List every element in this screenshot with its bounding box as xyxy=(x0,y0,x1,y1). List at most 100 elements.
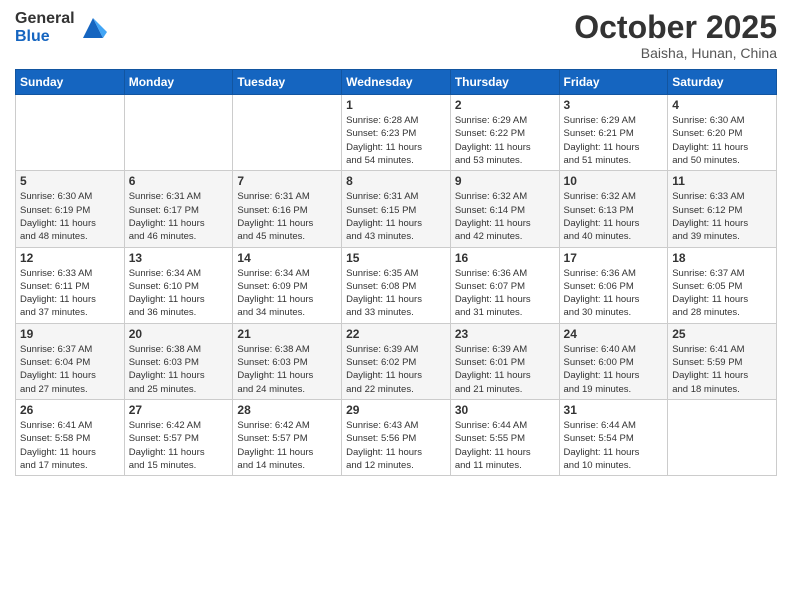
day-number: 28 xyxy=(237,403,337,417)
calendar-cell: 25Sunrise: 6:41 AMSunset: 5:59 PMDayligh… xyxy=(668,323,777,399)
calendar-cell xyxy=(16,95,125,171)
calendar-cell: 5 Sunrise: 6:30 AMSunset: 6:19 PMDaylight… xyxy=(16,171,125,247)
day-number: 9 xyxy=(455,174,555,188)
day-number: 10 xyxy=(564,174,664,188)
logo-general: General xyxy=(15,10,75,28)
calendar-cell: 3 Sunrise: 6:29 AMSunset: 6:21 PMDaylight… xyxy=(559,95,668,171)
day-info: Sunrise: 6:41 AMSunset: 5:58 PMDaylight:… xyxy=(20,419,120,472)
day-info: Sunrise: 6:36 AMSunset: 6:06 PMDaylight:… xyxy=(564,267,664,320)
day-number: 22 xyxy=(346,327,446,341)
day-info: Sunrise: 6:37 AMSunset: 6:05 PMDaylight:… xyxy=(672,267,772,320)
week-row-1: 5 Sunrise: 6:30 AMSunset: 6:19 PMDaylight… xyxy=(16,171,777,247)
day-info: Sunrise: 6:32 AMSunset: 6:14 PMDaylight:… xyxy=(455,190,555,243)
day-info: Sunrise: 6:38 AMSunset: 6:03 PMDaylight:… xyxy=(237,343,337,396)
calendar-cell: 4 Sunrise: 6:30 AMSunset: 6:20 PMDaylight… xyxy=(668,95,777,171)
title-block: October 2025 Baisha, Hunan, China xyxy=(574,10,777,61)
day-info: Sunrise: 6:36 AMSunset: 6:07 PMDaylight:… xyxy=(455,267,555,320)
day-info: Sunrise: 6:34 AMSunset: 6:10 PMDaylight:… xyxy=(129,267,229,320)
day-info: Sunrise: 6:31 AMSunset: 6:17 PMDaylight:… xyxy=(129,190,229,243)
weekday-header-row: SundayMondayTuesdayWednesdayThursdayFrid… xyxy=(16,70,777,95)
calendar-cell: 30Sunrise: 6:44 AMSunset: 5:55 PMDayligh… xyxy=(450,399,559,475)
calendar-cell xyxy=(233,95,342,171)
weekday-header-sunday: Sunday xyxy=(16,70,125,95)
weekday-header-friday: Friday xyxy=(559,70,668,95)
calendar-cell: 22 Sunrise: 6:39 AMSunset: 6:02 PMDayligh… xyxy=(342,323,451,399)
day-info: Sunrise: 6:39 AMSunset: 6:02 PMDaylight:… xyxy=(346,343,446,396)
calendar-cell xyxy=(668,399,777,475)
week-row-4: 26 Sunrise: 6:41 AMSunset: 5:58 PMDayligh… xyxy=(16,399,777,475)
day-info: Sunrise: 6:30 AMSunset: 6:20 PMDaylight:… xyxy=(672,114,772,167)
day-info: Sunrise: 6:42 AMSunset: 5:57 PMDaylight:… xyxy=(237,419,337,472)
day-number: 25 xyxy=(672,327,772,341)
day-info: Sunrise: 6:33 AMSunset: 6:11 PMDaylight:… xyxy=(20,267,120,320)
calendar-cell: 17 Sunrise: 6:36 AMSunset: 6:06 PMDayligh… xyxy=(559,247,668,323)
day-info: Sunrise: 6:38 AMSunset: 6:03 PMDaylight:… xyxy=(129,343,229,396)
day-info: Sunrise: 6:31 AMSunset: 6:16 PMDaylight:… xyxy=(237,190,337,243)
day-info: Sunrise: 6:37 AMSunset: 6:04 PMDaylight:… xyxy=(20,343,120,396)
day-info: Sunrise: 6:44 AMSunset: 5:54 PMDaylight:… xyxy=(564,419,664,472)
day-info: Sunrise: 6:39 AMSunset: 6:01 PMDaylight:… xyxy=(455,343,555,396)
day-number: 18 xyxy=(672,251,772,265)
calendar-cell: 28 Sunrise: 6:42 AMSunset: 5:57 PMDayligh… xyxy=(233,399,342,475)
day-number: 3 xyxy=(564,98,664,112)
day-number: 1 xyxy=(346,98,446,112)
day-number: 7 xyxy=(237,174,337,188)
location: Baisha, Hunan, China xyxy=(574,45,777,61)
calendar-cell: 23 Sunrise: 6:39 AMSunset: 6:01 PMDayligh… xyxy=(450,323,559,399)
calendar-cell: 11Sunrise: 6:33 AMSunset: 6:12 PMDayligh… xyxy=(668,171,777,247)
day-number: 8 xyxy=(346,174,446,188)
logo-blue: Blue xyxy=(15,28,75,46)
calendar-cell: 12 Sunrise: 6:33 AMSunset: 6:11 PMDayligh… xyxy=(16,247,125,323)
calendar-cell: 1 Sunrise: 6:28 AMSunset: 6:23 PMDaylight… xyxy=(342,95,451,171)
day-number: 19 xyxy=(20,327,120,341)
page: General Blue October 2025 Baisha, Hunan,… xyxy=(0,0,792,612)
calendar-cell: 9 Sunrise: 6:32 AMSunset: 6:14 PMDaylight… xyxy=(450,171,559,247)
calendar-cell: 27Sunrise: 6:42 AMSunset: 5:57 PMDayligh… xyxy=(124,399,233,475)
day-number: 15 xyxy=(346,251,446,265)
calendar-cell: 2Sunrise: 6:29 AMSunset: 6:22 PMDaylight… xyxy=(450,95,559,171)
day-number: 4 xyxy=(672,98,772,112)
day-info: Sunrise: 6:43 AMSunset: 5:56 PMDaylight:… xyxy=(346,419,446,472)
header: General Blue October 2025 Baisha, Hunan,… xyxy=(15,10,777,61)
calendar-cell: 8 Sunrise: 6:31 AMSunset: 6:15 PMDaylight… xyxy=(342,171,451,247)
day-info: Sunrise: 6:30 AMSunset: 6:19 PMDaylight:… xyxy=(20,190,120,243)
day-number: 29 xyxy=(346,403,446,417)
day-info: Sunrise: 6:29 AMSunset: 6:21 PMDaylight:… xyxy=(564,114,664,167)
day-number: 20 xyxy=(129,327,229,341)
calendar-cell xyxy=(124,95,233,171)
week-row-0: 1 Sunrise: 6:28 AMSunset: 6:23 PMDaylight… xyxy=(16,95,777,171)
calendar-cell: 10 Sunrise: 6:32 AMSunset: 6:13 PMDayligh… xyxy=(559,171,668,247)
day-number: 12 xyxy=(20,251,120,265)
week-row-3: 19 Sunrise: 6:37 AMSunset: 6:04 PMDayligh… xyxy=(16,323,777,399)
day-info: Sunrise: 6:29 AMSunset: 6:22 PMDaylight:… xyxy=(455,114,555,167)
day-number: 26 xyxy=(20,403,120,417)
logo: General Blue xyxy=(15,10,107,45)
calendar-cell: 29 Sunrise: 6:43 AMSunset: 5:56 PMDayligh… xyxy=(342,399,451,475)
calendar-cell: 14Sunrise: 6:34 AMSunset: 6:09 PMDayligh… xyxy=(233,247,342,323)
weekday-header-tuesday: Tuesday xyxy=(233,70,342,95)
weekday-header-saturday: Saturday xyxy=(668,70,777,95)
calendar-cell: 13Sunrise: 6:34 AMSunset: 6:10 PMDayligh… xyxy=(124,247,233,323)
weekday-header-wednesday: Wednesday xyxy=(342,70,451,95)
day-info: Sunrise: 6:31 AMSunset: 6:15 PMDaylight:… xyxy=(346,190,446,243)
month-title: October 2025 xyxy=(574,10,777,45)
calendar-cell: 18 Sunrise: 6:37 AMSunset: 6:05 PMDayligh… xyxy=(668,247,777,323)
day-number: 27 xyxy=(129,403,229,417)
day-info: Sunrise: 6:32 AMSunset: 6:13 PMDaylight:… xyxy=(564,190,664,243)
day-number: 5 xyxy=(20,174,120,188)
day-number: 24 xyxy=(564,327,664,341)
day-number: 23 xyxy=(455,327,555,341)
day-info: Sunrise: 6:28 AMSunset: 6:23 PMDaylight:… xyxy=(346,114,446,167)
day-number: 11 xyxy=(672,174,772,188)
day-info: Sunrise: 6:34 AMSunset: 6:09 PMDaylight:… xyxy=(237,267,337,320)
day-info: Sunrise: 6:35 AMSunset: 6:08 PMDaylight:… xyxy=(346,267,446,320)
calendar-cell: 16 Sunrise: 6:36 AMSunset: 6:07 PMDayligh… xyxy=(450,247,559,323)
calendar-cell: 6Sunrise: 6:31 AMSunset: 6:17 PMDaylight… xyxy=(124,171,233,247)
day-number: 16 xyxy=(455,251,555,265)
calendar-cell: 31Sunrise: 6:44 AMSunset: 5:54 PMDayligh… xyxy=(559,399,668,475)
day-number: 17 xyxy=(564,251,664,265)
day-info: Sunrise: 6:40 AMSunset: 6:00 PMDaylight:… xyxy=(564,343,664,396)
calendar-cell: 7 Sunrise: 6:31 AMSunset: 6:16 PMDaylight… xyxy=(233,171,342,247)
day-number: 21 xyxy=(237,327,337,341)
day-info: Sunrise: 6:44 AMSunset: 5:55 PMDaylight:… xyxy=(455,419,555,472)
